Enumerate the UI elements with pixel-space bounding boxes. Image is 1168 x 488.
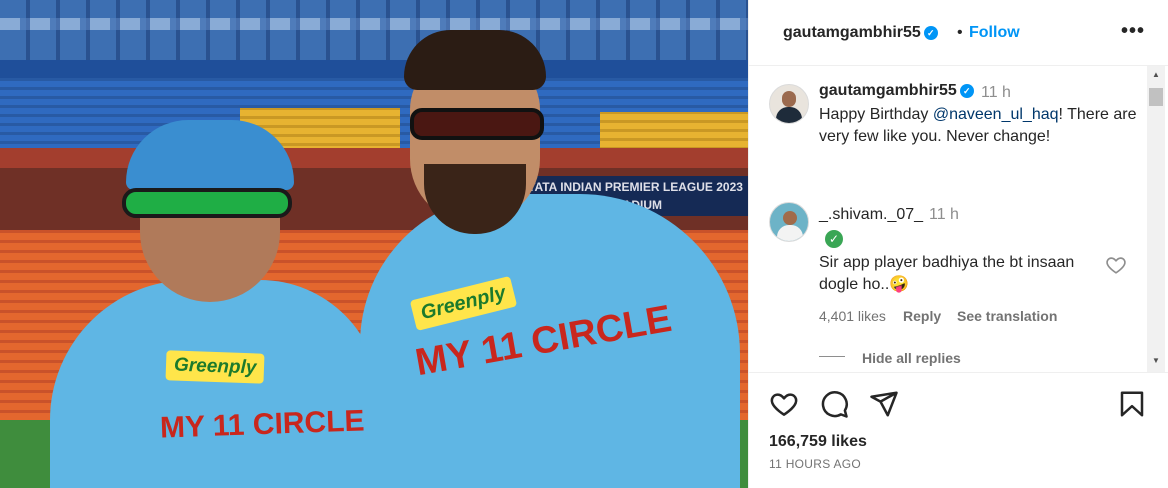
hide-replies-button[interactable]: Hide all replies bbox=[862, 350, 961, 366]
post-actions: 166,759 likes 11 HOURS AGO bbox=[749, 372, 1168, 488]
comment-emoji: 🤪 bbox=[889, 276, 910, 293]
sponsor-logo-left: Greenply bbox=[165, 350, 265, 384]
hair-right bbox=[404, 30, 546, 90]
reply-button[interactable]: Reply bbox=[903, 308, 941, 324]
person-right bbox=[340, 24, 740, 488]
heart-icon[interactable] bbox=[1105, 254, 1127, 276]
caption-time[interactable]: 11 h bbox=[981, 84, 1011, 102]
caption-username[interactable]: gautamgambhir55 ✓ bbox=[819, 82, 974, 100]
avatar-face bbox=[783, 211, 797, 225]
sunglasses-left bbox=[122, 188, 292, 218]
cap-left bbox=[126, 120, 294, 190]
scroll-down-icon[interactable]: ▼ bbox=[1147, 356, 1165, 365]
verified-badge-icon: ✓ bbox=[825, 230, 843, 248]
share-icon[interactable] bbox=[869, 389, 899, 419]
avatar-body bbox=[777, 225, 803, 241]
comments-scrollbar[interactable]: ▲ ▼ bbox=[1147, 66, 1165, 372]
like-icon[interactable] bbox=[769, 389, 799, 419]
comment-username[interactable]: _.shivam._07_ bbox=[819, 206, 923, 224]
post-photo[interactable]: TATA INDIAN PREMIER LEAGUE 2023 ENDRA MO… bbox=[0, 0, 748, 488]
save-icon[interactable] bbox=[1117, 389, 1147, 419]
verified-icon: ✓ bbox=[959, 84, 974, 98]
header-username-text: gautamgambhir55 bbox=[783, 24, 921, 41]
scroll-up-icon[interactable]: ▲ bbox=[1147, 70, 1165, 79]
comment-text-body: Sir app player badhiya the bt insaan dog… bbox=[819, 254, 1075, 293]
avatar-body bbox=[776, 107, 802, 123]
caption-username-text: gautamgambhir55 bbox=[819, 82, 957, 99]
post-header: gautamgambhir55 ✓ • Follow ••• bbox=[749, 0, 1168, 66]
comments-section[interactable]: gautamgambhir55 ✓ 11 h Happy Birthday @na… bbox=[749, 66, 1168, 372]
avatar-face bbox=[782, 91, 796, 107]
caption-text: Happy Birthday @naveen_ul_haq! There are… bbox=[819, 104, 1139, 148]
comment-text: Sir app player badhiya the bt insaan dog… bbox=[819, 252, 1109, 296]
post-likes[interactable]: 166,759 likes bbox=[769, 433, 867, 451]
sunglasses-right bbox=[410, 108, 544, 140]
avatar[interactable] bbox=[769, 84, 809, 124]
caption-text-before: Happy Birthday bbox=[819, 106, 933, 123]
header-username[interactable]: gautamgambhir55 ✓ bbox=[783, 24, 938, 42]
post-date[interactable]: 11 HOURS AGO bbox=[769, 457, 861, 471]
verified-icon: ✓ bbox=[923, 26, 938, 40]
more-icon[interactable]: ••• bbox=[1121, 20, 1145, 43]
jersey-left bbox=[50, 280, 380, 488]
comment-icon[interactable] bbox=[819, 389, 849, 419]
caption-mention[interactable]: @naveen_ul_haq bbox=[933, 106, 1059, 123]
jersey-logo-left: MY 11 CIRCLE bbox=[159, 404, 366, 445]
post-side-panel: gautamgambhir55 ✓ • Follow ••• gautamgamb… bbox=[748, 0, 1168, 488]
follow-button[interactable]: Follow bbox=[969, 24, 1020, 42]
header-separator: • bbox=[957, 24, 963, 41]
avatar[interactable] bbox=[769, 202, 809, 242]
replies-divider bbox=[819, 356, 845, 357]
comment-likes[interactable]: 4,401 likes bbox=[819, 308, 886, 324]
see-translation-button[interactable]: See translation bbox=[957, 308, 1057, 324]
comment-time[interactable]: 11 h bbox=[929, 206, 959, 224]
scrollbar-thumb[interactable] bbox=[1149, 88, 1163, 106]
